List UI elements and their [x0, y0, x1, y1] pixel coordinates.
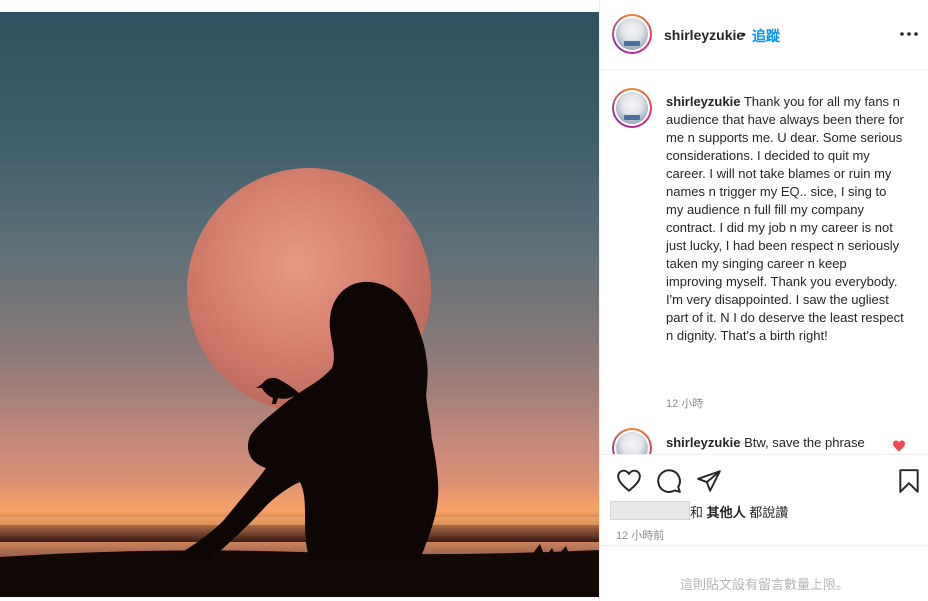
post-caption: shirleyzukie Thank you for all my fans n…: [666, 93, 906, 345]
header-username[interactable]: shirleyzukie: [664, 27, 744, 43]
comment-username[interactable]: shirleyzukie: [666, 435, 740, 450]
comment-text: Btw, save the phrase: [744, 435, 865, 450]
ground: [0, 550, 599, 601]
post-actions: 和 其他人 都說讚 12 小時前 這則貼文設有留言數量上限。: [600, 454, 928, 592]
moon-silhouette-illustration: [0, 168, 599, 601]
caption-username[interactable]: shirleyzukie: [666, 94, 740, 109]
post-header: shirleyzukie • 追蹤: [600, 0, 928, 70]
avatar[interactable]: [612, 14, 652, 54]
likes-suffix: 都說讚: [749, 505, 789, 520]
comment-avatar[interactable]: [612, 428, 652, 454]
comments-disabled-bar: 這則貼文設有留言數量上限。: [600, 545, 928, 601]
blurred-username: [610, 501, 690, 520]
top-strip: [0, 0, 599, 12]
likes-summary: 和 其他人 都說讚: [610, 501, 910, 521]
profile-photo: [616, 432, 648, 454]
profile-photo: [616, 18, 648, 50]
caption-text: Thank you for all my fans n audience tha…: [666, 94, 904, 343]
caption-timestamp[interactable]: 12 小時: [666, 395, 703, 411]
comments-disabled-message: 這則貼文設有留言數量上限。: [679, 577, 849, 592]
comment-like-heart-icon[interactable]: [892, 440, 906, 452]
heart-icon[interactable]: [616, 468, 642, 494]
caption-avatar[interactable]: [612, 88, 652, 128]
post-timestamp[interactable]: 12 小時前: [616, 527, 664, 543]
comments-list[interactable]: shirleyzukie Thank you for all my fans n…: [600, 71, 928, 454]
likes-text: 和 其他人 都說讚: [690, 502, 788, 521]
comment-item: shirleyzukie Btw, save the phrase: [666, 434, 906, 452]
separator-dot: •: [741, 26, 746, 42]
likes-others-link[interactable]: 其他人: [707, 505, 746, 520]
comment-icon[interactable]: [656, 468, 682, 494]
profile-photo: [616, 92, 648, 124]
more-horizontal-icon[interactable]: [899, 26, 919, 42]
paper-plane-icon[interactable]: [696, 468, 722, 494]
likes-prefix: 和: [690, 505, 704, 520]
follow-button[interactable]: 追蹤: [752, 26, 780, 46]
bottom-strip: [0, 597, 599, 601]
post-image[interactable]: [0, 12, 599, 601]
bookmark-icon[interactable]: [896, 468, 922, 494]
post-side-panel: shirleyzukie • 追蹤 shirleyzukie Thank you…: [599, 0, 928, 601]
